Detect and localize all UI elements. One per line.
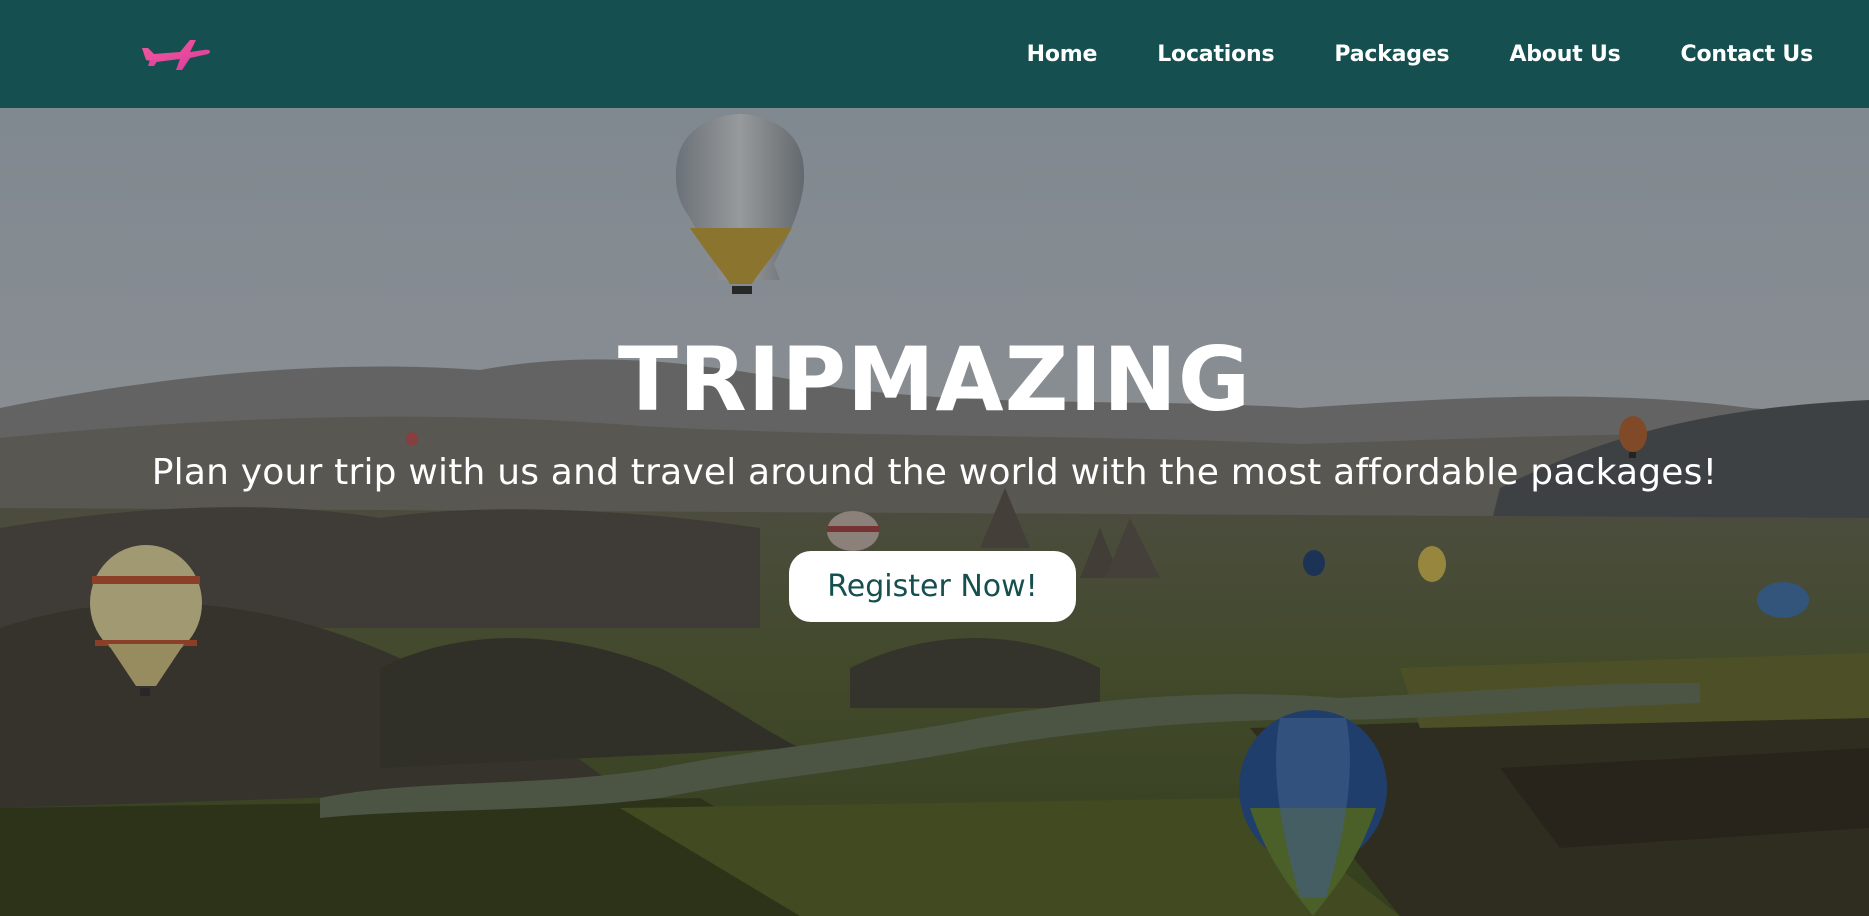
logo-link[interactable] [140, 32, 212, 72]
nav-item-home: Home [1027, 42, 1098, 67]
nav-item-locations: Locations [1157, 42, 1274, 67]
top-navbar: Home Locations Packages About Us Contact… [0, 0, 1869, 108]
nav-menu: Home Locations Packages About Us Contact… [967, 0, 1814, 108]
register-now-button[interactable]: Register Now! [789, 551, 1076, 622]
nav-link-locations[interactable]: Locations [1157, 42, 1274, 67]
nav-item-about-us: About Us [1509, 42, 1620, 67]
nav-item-packages: Packages [1334, 42, 1449, 67]
nav-link-packages[interactable]: Packages [1334, 42, 1449, 67]
hero-dark-overlay [0, 108, 1869, 916]
nav-link-home[interactable]: Home [1027, 42, 1098, 67]
nav-link-about-us[interactable]: About Us [1509, 42, 1620, 67]
hero-subtitle: Plan your trip with us and travel around… [151, 452, 1718, 493]
nav-link-contact-us[interactable]: Contact Us [1681, 42, 1814, 67]
airplane-icon [142, 40, 211, 70]
hero-title: TRIPMAZING [617, 328, 1252, 431]
hero-section: TRIPMAZING Plan your trip with us and tr… [0, 108, 1869, 916]
nav-item-contact-us: Contact Us [1681, 42, 1814, 67]
